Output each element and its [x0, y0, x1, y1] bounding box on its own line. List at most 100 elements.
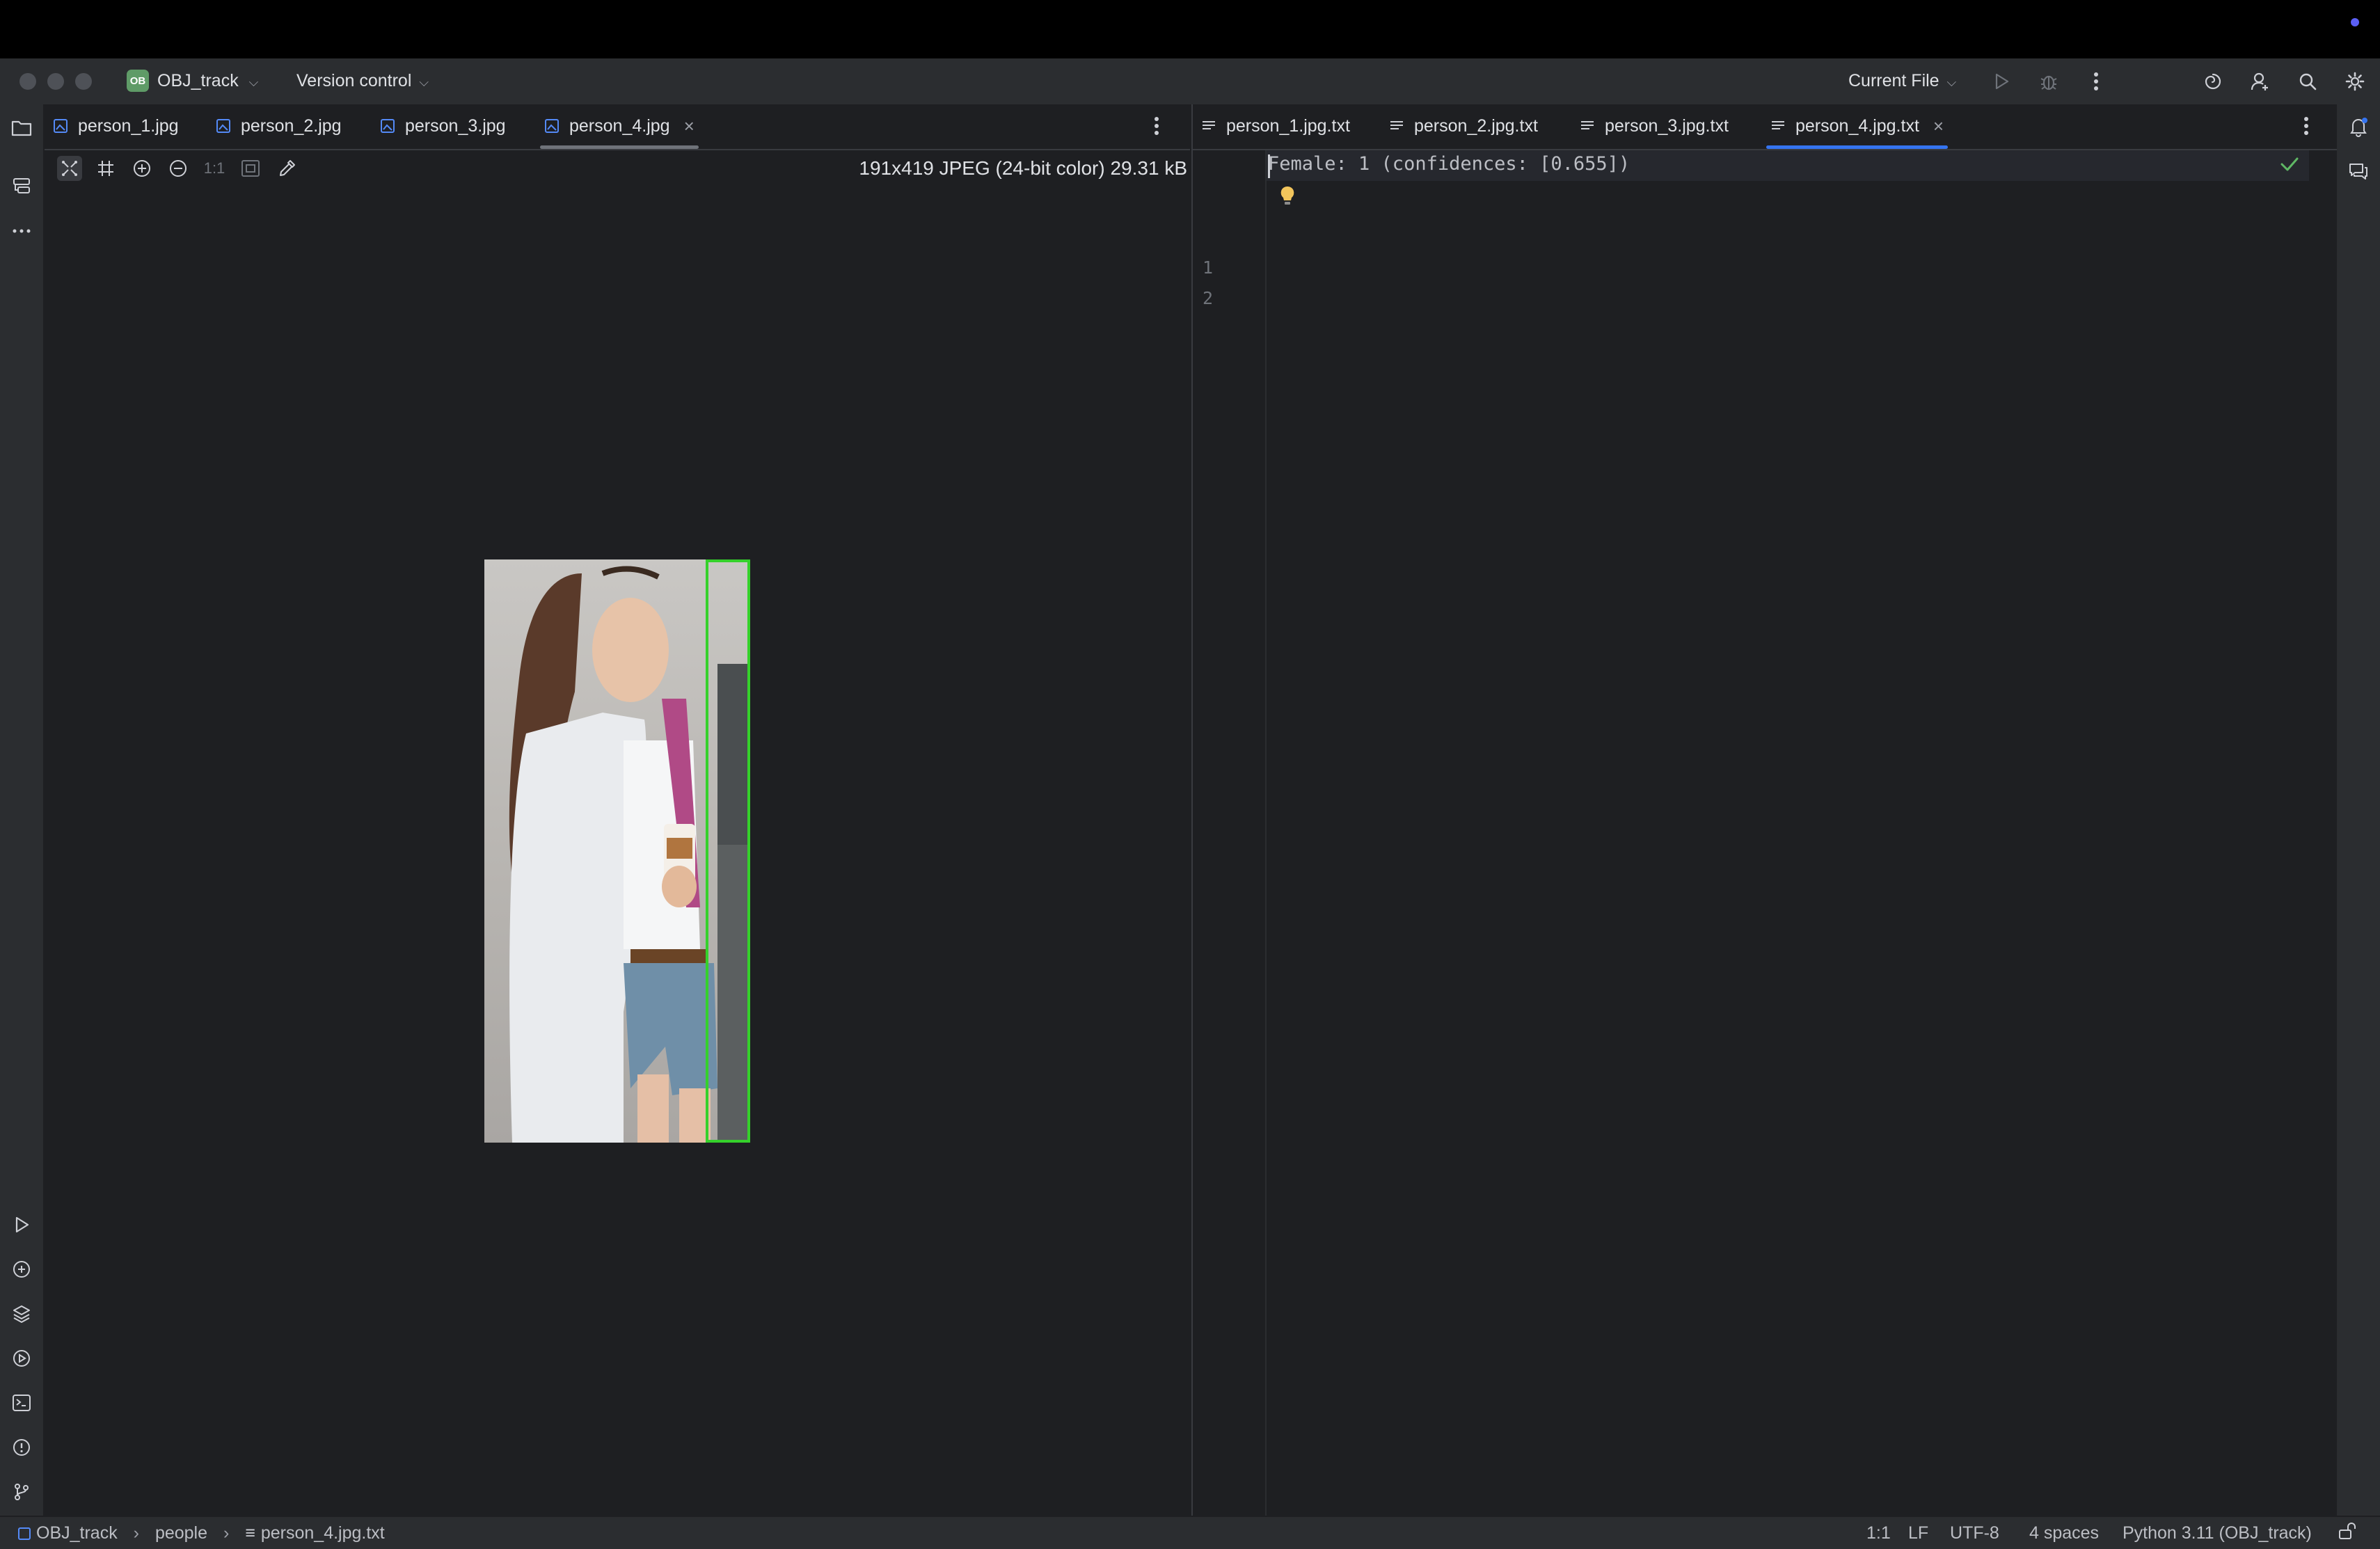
- image-editor-pane: person_1.jpg person_2.jpg person_3.jpg p…: [45, 104, 1190, 1516]
- fit-zoom-button[interactable]: [238, 156, 263, 181]
- tab-label: person_2.jpg.txt: [1414, 116, 1538, 136]
- tab-label: person_3.jpg.txt: [1605, 116, 1729, 136]
- version-control-menu[interactable]: Version control ⌵: [296, 71, 429, 91]
- chevron-right-icon: ›: [133, 1523, 139, 1543]
- structure-icon: [13, 178, 30, 193]
- actual-size-button[interactable]: 1:1: [202, 156, 227, 181]
- settings-button[interactable]: [2342, 69, 2367, 94]
- more-actions-button[interactable]: [2084, 69, 2109, 94]
- services-button[interactable]: [9, 1301, 34, 1326]
- layers-icon: [13, 1305, 30, 1323]
- caret-position[interactable]: 1:1: [1866, 1523, 1891, 1543]
- right-tool-strip: [2335, 104, 2380, 1516]
- search-everywhere-button[interactable]: [2295, 69, 2320, 94]
- tab-label: person_2.jpg: [241, 116, 342, 136]
- breadcrumb-folder[interactable]: people: [155, 1523, 207, 1543]
- tab-options-button[interactable]: [1154, 104, 1159, 148]
- status-dot-icon: [2351, 18, 2359, 26]
- window-close-button[interactable]: [19, 73, 36, 90]
- chessboard-icon: [62, 161, 77, 176]
- inspection-ok-icon[interactable]: [2280, 156, 2299, 173]
- image-file-icon: [545, 119, 559, 133]
- warning-circle-icon: [13, 1439, 30, 1456]
- zoom-out-button[interactable]: [166, 156, 191, 181]
- zoom-in-button[interactable]: [129, 156, 154, 181]
- indent-setting[interactable]: 4 spaces: [2029, 1523, 2099, 1543]
- zoom-out-icon: [170, 160, 187, 177]
- python-packages-button[interactable]: [9, 1257, 34, 1282]
- more-tools-button[interactable]: [9, 219, 34, 244]
- tab-label: person_1.jpg.txt: [1226, 116, 1350, 136]
- gear-icon: [2345, 72, 2365, 91]
- folder-icon: [11, 120, 32, 136]
- run-config-label: Current File: [1848, 71, 1939, 90]
- chevron-down-icon: ⌵: [248, 75, 259, 89]
- code-with-me-button[interactable]: [2248, 69, 2273, 94]
- ai-chat-button[interactable]: [2346, 159, 2371, 184]
- text-file-icon: [1203, 121, 1215, 129]
- python-console-button[interactable]: [9, 1346, 34, 1371]
- run-configuration-selector[interactable]: Current File ⌵: [1848, 71, 1956, 91]
- tab-person-4-jpg[interactable]: person_4.jpg ×: [540, 104, 699, 149]
- python-icon: [13, 1261, 30, 1278]
- image-info: 191x419 JPEG (24-bit color) 29.31 kB: [859, 157, 1187, 179]
- debug-button[interactable]: [2036, 69, 2061, 94]
- bug-icon: [2040, 75, 2057, 90]
- window-minimize-button[interactable]: [47, 73, 64, 90]
- tab-person-1-jpg[interactable]: person_1.jpg: [53, 104, 179, 148]
- project-selector[interactable]: OBJ_track ⌵: [157, 71, 258, 91]
- grid-toggle-button[interactable]: [93, 156, 118, 181]
- text-file-icon: [1390, 121, 1403, 129]
- tab-options-button[interactable]: [2303, 104, 2309, 148]
- text-file-icon: [1581, 121, 1594, 129]
- code-line[interactable]: Female: 1 (confidences: [0.655]): [1268, 153, 1630, 175]
- color-picker-button[interactable]: [274, 156, 299, 181]
- title-bar: OB OBJ_track ⌵ Version control ⌵ Current…: [0, 58, 2380, 106]
- tab-person-2-txt[interactable]: person_2.jpg.txt: [1389, 104, 1538, 148]
- tab-person-1-txt[interactable]: person_1.jpg.txt: [1201, 104, 1350, 148]
- structure-tool-button[interactable]: [9, 174, 34, 199]
- add-user-icon: [2251, 72, 2268, 90]
- kebab-icon: [1155, 117, 1159, 135]
- file-encoding[interactable]: UTF-8: [1950, 1523, 1999, 1543]
- project-tool-button[interactable]: [9, 116, 34, 141]
- branch-icon: [15, 1484, 29, 1500]
- ellipsis-icon: [13, 229, 31, 233]
- text-caret: [1268, 154, 1270, 178]
- line-ending[interactable]: LF: [1908, 1523, 1928, 1543]
- run-button[interactable]: [1989, 69, 2014, 94]
- run-tool-button[interactable]: [9, 1212, 34, 1237]
- eyedropper-icon: [280, 160, 295, 176]
- background-toggle-button[interactable]: [57, 156, 82, 181]
- text-tab-bar: person_1.jpg.txt person_2.jpg.txt person…: [1193, 104, 2337, 150]
- image-tab-bar: person_1.jpg person_2.jpg person_3.jpg p…: [45, 104, 1190, 150]
- tab-person-3-jpg[interactable]: person_3.jpg: [380, 104, 506, 148]
- project-name: OBJ_track: [157, 71, 239, 90]
- problems-button[interactable]: [9, 1435, 34, 1460]
- photo-image: [484, 559, 750, 1143]
- person-photo: [484, 559, 750, 1143]
- intention-bulb-icon[interactable]: [1279, 185, 1296, 206]
- tab-person-2-jpg[interactable]: person_2.jpg: [216, 104, 342, 148]
- window-zoom-button[interactable]: [75, 73, 92, 90]
- terminal-button[interactable]: [9, 1390, 34, 1415]
- image-toolbar: 1:1 191x419 JPEG (24-bit color) 29.31 kB: [45, 150, 1190, 186]
- tab-person-3-txt[interactable]: person_3.jpg.txt: [1580, 104, 1729, 148]
- close-tab-button[interactable]: ×: [1933, 116, 1944, 137]
- notifications-button[interactable]: [2346, 114, 2371, 139]
- kebab-icon: [2094, 72, 2098, 90]
- python-interpreter[interactable]: Python 3.11 (OBJ_track): [2123, 1523, 2312, 1543]
- text-file-icon: ≡: [245, 1523, 255, 1543]
- close-tab-button[interactable]: ×: [684, 116, 695, 137]
- system-menu-bar: [0, 0, 2380, 58]
- read-only-toggle[interactable]: [2337, 1521, 2356, 1541]
- breadcrumb-file[interactable]: person_4.jpg.txt: [261, 1523, 385, 1543]
- text-file-icon: [1772, 121, 1784, 129]
- tab-person-4-txt[interactable]: person_4.jpg.txt ×: [1766, 104, 1949, 149]
- text-editor-pane: person_1.jpg.txt person_2.jpg.txt person…: [1191, 104, 2337, 1516]
- breadcrumb-project[interactable]: OBJ_track: [36, 1523, 118, 1543]
- status-bar: OBJ_track › people › ≡ person_4.jpg.txt 1…: [0, 1516, 2380, 1549]
- ai-assistant-button[interactable]: [2200, 69, 2226, 94]
- git-button[interactable]: [9, 1479, 34, 1504]
- line-number-gutter: 1 2: [1193, 150, 1267, 1516]
